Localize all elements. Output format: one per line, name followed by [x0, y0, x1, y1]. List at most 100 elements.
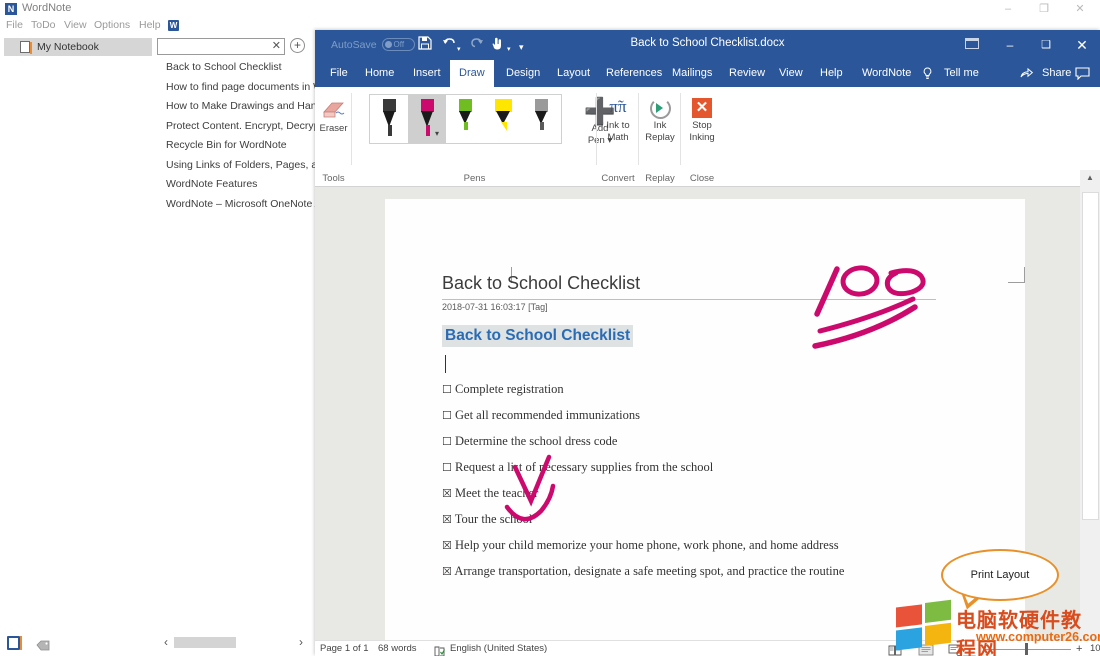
- notebook-horizontal-scrollbar[interactable]: [174, 637, 236, 648]
- word-minimize-button[interactable]: –: [992, 30, 1028, 60]
- tab-review[interactable]: Review: [720, 60, 774, 87]
- menu-options[interactable]: Options: [94, 19, 130, 31]
- list-item[interactable]: WordNote Features: [155, 175, 315, 195]
- highlighter-yellow[interactable]: [484, 95, 522, 143]
- checklist-item[interactable]: ☐ Determine the school dress code: [442, 434, 617, 449]
- checklist-item[interactable]: ☒ Help your child memorize your home pho…: [442, 538, 839, 553]
- chevron-down-icon[interactable]: ▾: [435, 129, 439, 138]
- tab-view[interactable]: View: [770, 60, 812, 87]
- windows-logo-icon: [896, 600, 954, 651]
- checklist-item-label: Meet the teacher: [455, 486, 538, 500]
- notebook-tab[interactable]: My Notebook: [4, 38, 152, 56]
- pen-black[interactable]: [370, 95, 408, 143]
- list-item[interactable]: How to find page documents in Wordn: [155, 78, 315, 98]
- checklist-item[interactable]: ☒ Tour the school: [442, 512, 532, 527]
- ribbon-display-options-icon[interactable]: [965, 38, 979, 49]
- tab-wordnote[interactable]: WordNote: [853, 60, 920, 87]
- checkbox-checked[interactable]: ☒: [442, 539, 452, 552]
- list-item[interactable]: Recycle Bin for WordNote: [155, 136, 315, 156]
- word-maximize-button[interactable]: ❑: [1028, 30, 1064, 60]
- list-item[interactable]: WordNote – Microsoft OneNote Altern: [155, 195, 315, 215]
- word-count[interactable]: 68 words: [378, 643, 417, 654]
- scrollbar-thumb[interactable]: [1082, 192, 1099, 520]
- pen-green[interactable]: [446, 95, 484, 143]
- menu-view[interactable]: View: [64, 19, 87, 31]
- ink-to-math-icon[interactable]: π̃π: [597, 97, 639, 117]
- ink-to-math-label-1: Ink to: [597, 120, 639, 132]
- notebook-tab-label: My Notebook: [37, 41, 99, 53]
- wordnote-titlebar: N WordNote – ❐ ✕: [0, 0, 1100, 18]
- stop-inking-label-1: Stop: [681, 120, 723, 132]
- proofing-icon[interactable]: [434, 644, 444, 654]
- comments-icon[interactable]: [1075, 67, 1090, 83]
- menu-file[interactable]: File: [6, 19, 23, 31]
- notebook-scroll-left[interactable]: ‹: [164, 635, 168, 649]
- share-icon[interactable]: [1020, 67, 1033, 82]
- checklist-item-label: Arrange transportation, designate a safe…: [454, 564, 844, 578]
- language-indicator[interactable]: English (United States): [450, 643, 547, 654]
- list-item[interactable]: Using Links of Folders, Pages, and Pa: [155, 156, 315, 176]
- wordnote-minimize-button[interactable]: –: [990, 0, 1026, 18]
- tab-help[interactable]: Help: [811, 60, 852, 87]
- pencil-gray[interactable]: [522, 95, 560, 143]
- checkbox-checked[interactable]: ☒: [442, 487, 452, 500]
- menu-help[interactable]: Help: [139, 19, 161, 31]
- checklist-item[interactable]: ☐ Get all recommended immunizations: [442, 408, 640, 423]
- tab-file[interactable]: File: [321, 60, 357, 87]
- checklist-item[interactable]: ☐ Complete registration: [442, 382, 564, 397]
- checkbox-unchecked[interactable]: ☐: [442, 435, 452, 448]
- tag-icon[interactable]: [36, 638, 50, 649]
- notebook-scroll-right[interactable]: ›: [299, 635, 303, 649]
- share-button[interactable]: Share: [1033, 60, 1080, 87]
- add-page-button[interactable]: +: [290, 38, 305, 53]
- list-item[interactable]: Protect Content. Encrypt, Decrypt, Vi: [155, 117, 315, 137]
- wordnote-maximize-button[interactable]: ❐: [1026, 0, 1062, 18]
- tab-references[interactable]: References: [597, 60, 671, 87]
- pen-gallery[interactable]: ▾: [369, 94, 562, 144]
- stop-inking-icon[interactable]: ✕: [692, 98, 712, 118]
- list-item[interactable]: How to Make Drawings and Handwritin: [155, 97, 315, 117]
- list-item[interactable]: Back to School Checklist: [155, 58, 315, 78]
- search-input[interactable]: [158, 42, 284, 57]
- tab-layout[interactable]: Layout: [548, 60, 599, 87]
- word-close-button[interactable]: ✕: [1064, 30, 1100, 60]
- wordnote-close-button[interactable]: ✕: [1062, 0, 1098, 18]
- notebook-search-box[interactable]: ✕: [157, 38, 285, 55]
- checklist-item-label: Help your child memorize your home phone…: [455, 538, 839, 552]
- scroll-up-icon[interactable]: ▲: [1080, 170, 1100, 186]
- ribbon-body: Eraser Tools ▾: [315, 87, 1100, 187]
- word-titlebar: AutoSave Off ▾: [315, 30, 1100, 60]
- tab-draw[interactable]: Draw: [450, 60, 494, 87]
- group-label-convert: Convert: [597, 173, 639, 184]
- group-label-close: Close: [681, 173, 723, 184]
- checkbox-checked[interactable]: ☒: [442, 513, 452, 526]
- screen: N WordNote – ❐ ✕ File ToDo View Options …: [0, 0, 1100, 656]
- checklist-item[interactable]: ☒ Meet the teacher: [442, 486, 538, 501]
- page-indicator[interactable]: Page 1 of 1: [320, 643, 369, 654]
- eraser-icon[interactable]: [321, 101, 347, 121]
- menu-todo[interactable]: ToDo: [31, 19, 56, 31]
- checkbox-unchecked[interactable]: ☐: [442, 461, 452, 474]
- checklist-item[interactable]: ☒ Arrange transportation, designate a sa…: [442, 564, 844, 579]
- checkbox-checked[interactable]: ☒: [442, 565, 452, 578]
- ink-replay-label-1: Ink: [639, 120, 681, 132]
- document-scrollbar[interactable]: ▲ ▼: [1080, 170, 1100, 656]
- checkbox-unchecked[interactable]: ☐: [442, 409, 452, 422]
- print-layout-callout: Print Layout: [941, 549, 1059, 601]
- tab-home[interactable]: Home: [356, 60, 403, 87]
- ribbon-tab-bar: File Home Insert Draw Design Layout Refe…: [315, 60, 1100, 87]
- notebook-book-icon[interactable]: [7, 636, 20, 650]
- tell-me-box[interactable]: Tell me: [935, 60, 988, 87]
- word-icon: [168, 20, 179, 31]
- tab-insert[interactable]: Insert: [404, 60, 450, 87]
- notebook-icon: [20, 41, 30, 53]
- checklist-item[interactable]: ☐ Request a list of necessary supplies f…: [442, 460, 713, 475]
- checkbox-unchecked[interactable]: ☐: [442, 383, 452, 396]
- pen-magenta[interactable]: ▾: [408, 95, 446, 143]
- checklist-item-label: Get all recommended immunizations: [455, 408, 640, 422]
- document-subheading: Back to School Checklist: [442, 325, 633, 347]
- clear-icon[interactable]: ✕: [272, 39, 281, 54]
- tab-mailings[interactable]: Mailings: [663, 60, 721, 87]
- document-page[interactable]: Back to School Checklist 2018-07-31 16:0…: [385, 199, 1025, 640]
- tab-design[interactable]: Design: [497, 60, 549, 87]
